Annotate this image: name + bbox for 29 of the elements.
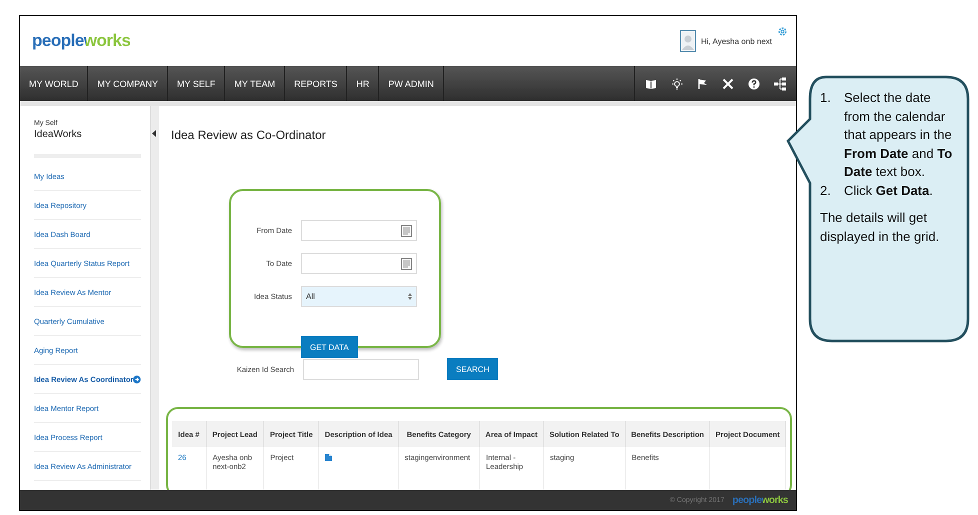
user-greeting: Hi, Ayesha onb next [700,36,772,46]
sitemap-icon[interactable] [774,76,786,90]
arrow-circle-icon [133,374,141,384]
document-icon[interactable] [325,453,332,461]
lightbulb-icon[interactable] [671,78,683,90]
instruction-text: Select the date from the calendar that appears in the From Date and To Date text box. [844,89,954,181]
flag-icon[interactable] [697,78,708,90]
collapse-icon[interactable] [152,130,157,137]
status-dropdown[interactable]: All [301,286,417,307]
footer-logo: peopleworks [732,494,788,506]
calendar-icon[interactable] [401,258,412,270]
sort-arrows-icon [408,293,412,300]
book-icon[interactable] [645,78,657,88]
page-title: Idea Review as Co-Ordinator [171,128,327,142]
get-data-button[interactable]: GET DATA [301,336,358,358]
help-icon[interactable] [748,78,760,90]
date-field[interactable] [301,253,417,274]
step-number: 1. [820,89,832,107]
logo[interactable]: peopleworks [32,31,130,51]
instruction-text: Click Get Data. [844,182,933,200]
calendar-icon[interactable] [401,224,412,236]
sidebar-title: IdeaWorks [34,129,83,140]
search-field[interactable] [303,358,419,380]
search-button[interactable]: SEARCH [447,358,498,380]
settings-icon[interactable] [777,26,788,37]
avatar-icon [680,30,696,52]
note-text: The details will get displayed in the grid. [820,209,940,246]
date-field[interactable] [301,220,417,241]
step-number: 2. [820,182,832,200]
